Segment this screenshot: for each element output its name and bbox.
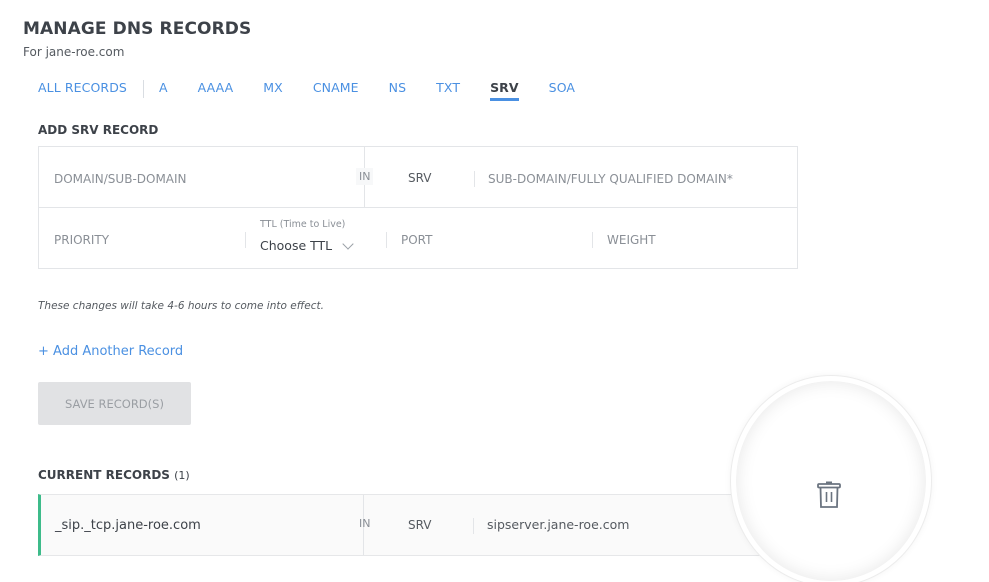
chevron-down-icon [342, 238, 354, 250]
form-row-1: DOMAIN/SUB-DOMAIN IN SRV SUB-DOMAIN/FULL… [39, 147, 797, 208]
tab-cname[interactable]: CNAME [313, 80, 359, 99]
divider [386, 232, 387, 248]
page-subtitle: For jane-roe.com [23, 45, 125, 59]
trash-icon [817, 481, 841, 508]
tab-aaaa[interactable]: AAAA [198, 80, 234, 99]
type-label: SRV [408, 171, 432, 185]
record-type: SRV [408, 518, 432, 532]
current-records-title: CURRENT RECORDS [38, 468, 170, 482]
current-records-count: (1) [174, 469, 190, 482]
divider [473, 518, 474, 534]
class-label: IN [356, 168, 374, 185]
tab-srv[interactable]: SRV [490, 80, 519, 101]
save-records-button[interactable]: SAVE RECORD(S) [38, 382, 191, 425]
record-class: IN [359, 517, 371, 530]
priority-input[interactable]: PRIORITY [54, 233, 234, 247]
tab-a[interactable]: A [159, 80, 168, 99]
form-row-2: PRIORITY TTL (Time to Live) Choose TTL P… [39, 208, 797, 269]
page-title: MANAGE DNS RECORDS [23, 19, 252, 39]
tab-txt[interactable]: TXT [436, 80, 460, 99]
divider [592, 232, 593, 248]
record-row: _sip._tcp.jane-roe.com IN SRV sipserver.… [38, 494, 798, 556]
weight-input[interactable]: WEIGHT [607, 233, 787, 247]
port-input[interactable]: PORT [401, 233, 581, 247]
add-another-record-link[interactable]: + Add Another Record [38, 344, 183, 359]
tab-all-records[interactable]: ALL RECORDS [38, 80, 127, 99]
tab-mx[interactable]: MX [263, 80, 283, 99]
add-record-heading: ADD SRV RECORD [38, 123, 159, 137]
tab-soa[interactable]: SOA [549, 80, 575, 99]
record-type-tabs: ALL RECORDS A AAAA MX CNAME NS TXT SRV S… [38, 80, 605, 104]
target-input[interactable]: SUB-DOMAIN/FULLY QUALIFIED DOMAIN* [488, 172, 788, 186]
divider [474, 171, 475, 187]
record-name: _sip._tcp.jane-roe.com [55, 518, 201, 533]
record-target: sipserver.jane-roe.com [487, 517, 630, 532]
divider [245, 232, 246, 248]
ttl-select[interactable]: Choose TTL [260, 238, 354, 253]
tab-divider [142, 80, 144, 98]
current-records-heading: CURRENT RECORDS (1) [38, 468, 190, 482]
ttl-value: Choose TTL [260, 238, 333, 253]
domain-input[interactable]: DOMAIN/SUB-DOMAIN [54, 172, 354, 186]
ttl-label: TTL (Time to Live) [260, 219, 346, 230]
tab-ns[interactable]: NS [389, 80, 407, 99]
add-record-form: DOMAIN/SUB-DOMAIN IN SRV SUB-DOMAIN/FULL… [38, 146, 798, 269]
highlight-spotlight [731, 376, 931, 582]
propagation-note: These changes will take 4-6 hours to com… [38, 300, 324, 312]
delete-record-button[interactable] [816, 480, 842, 510]
